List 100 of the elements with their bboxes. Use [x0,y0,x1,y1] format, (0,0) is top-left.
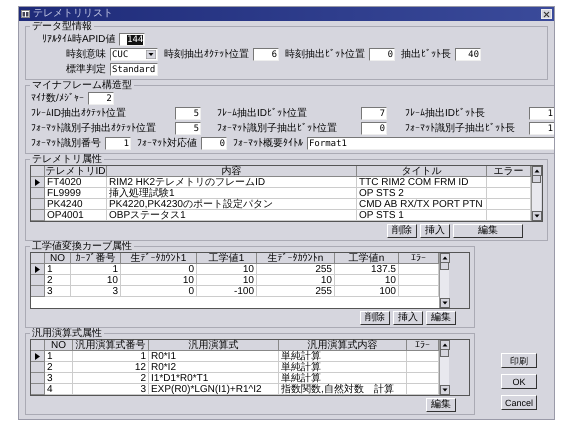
field-label: ﾌﾚｰﾑ抽出IDﾋﾞｯﾄ長 [405,108,485,119]
input-field[interactable]: 144 [119,33,146,46]
column-header[interactable]: 内容 [107,166,357,177]
input-field[interactable]: 0 [361,122,387,135]
input-field[interactable]: 2 [88,92,114,105]
table-cell: R0*I2 [149,362,279,373]
group-title: テレメトリ属性 [31,154,103,165]
field-label: 時刻抽出ｵｸﾃｯﾄ位置 [164,49,249,60]
table-cell: CMD AB RX/TX PORT PTN [357,199,487,210]
table-cell: OP STS 2 [357,188,487,199]
column-header[interactable]: NO [45,340,73,351]
table-cell: 255 [257,286,335,297]
field-label: 時刻意味 [66,49,106,60]
column-header[interactable]: 汎用演算式 [149,340,279,351]
table-cell: 挿入処理試験1 [107,188,357,199]
field-label: ﾌｫｰﾏｯﾄ識別番号 [31,138,101,149]
group-title: 汎用演算式属性 [31,328,103,339]
group-title: マイナフレーム構造型 [31,80,133,91]
action-button[interactable]: 削除 [387,224,417,238]
scrollbar[interactable] [439,253,449,308]
column-header[interactable]: 汎用演算式番号 [73,340,149,351]
table-cell: 10 [197,264,257,275]
column-header[interactable]: 生ﾃﾞｰﾀｶｳﾝﾄn [257,253,335,264]
input-field[interactable]: 6 [253,48,279,61]
scrollbar[interactable] [439,340,449,395]
column-header[interactable]: テレメトリID [45,166,107,177]
input-field[interactable]: Format1 [307,137,554,150]
table-cell: 1 [45,264,71,275]
table-cell: PK4240 [45,199,107,210]
scrollbar[interactable] [531,166,541,221]
field-label: ﾌｫｰﾏｯﾄ識別子抽出ﾋﾞｯﾄ長 [405,123,515,134]
group-title: 工学値変換カーブ属性 [31,241,133,252]
input-field[interactable]: 0 [201,137,227,150]
row-selector[interactable] [31,264,45,275]
table-cell: 3 [73,384,149,395]
input-field[interactable]: 1 [529,122,554,135]
table-cell: 0 [121,264,197,275]
column-header[interactable]: 生ﾃﾞｰﾀｶｳﾝﾄ1 [121,253,197,264]
action-button[interactable]: 編集 [426,398,456,412]
table-cell: 単純計算 [279,351,407,362]
table-cell: OP STS 1 [357,210,487,221]
dropdown-caret-icon [146,50,156,59]
table-cell: OBPステータス1 [107,210,357,221]
table-cell: 10 [71,275,121,286]
input-field[interactable]: 40 [455,48,481,61]
table-cell: 100 [335,286,399,297]
dropdown-field[interactable]: CUC [110,48,158,61]
column-header[interactable]: 工学値1 [197,253,257,264]
field-label: ﾌﾚｰﾑ抽出IDﾋﾞｯﾄ位置 [217,108,307,119]
table-cell: EXP(R0)*LGN(I1)+R1^I2 [149,384,279,395]
field-label: 時刻抽出ﾋﾞｯﾄ位置 [285,49,365,60]
column-header[interactable]: 汎用演算式内容 [279,340,407,351]
row-selector[interactable] [31,351,45,362]
action-button[interactable]: 挿入 [393,311,423,325]
row-pointer-icon [35,352,40,360]
field-label: ﾌｫｰﾏｯﾄ識別子抽出ﾋﾞｯﾄ位置 [217,123,337,134]
field-label: ﾌｫｰﾏｯﾄ対応値 [137,138,197,149]
dialog-button[interactable]: OK [501,374,537,389]
field-label: ﾏｲﾅ数/ﾒｼﾞｬｰ [31,93,84,104]
close-button[interactable] [541,9,552,19]
column-header[interactable]: NO [45,253,71,264]
app-icon [21,10,30,18]
action-button[interactable]: 編集 [453,224,523,238]
table-cell: FT4020 [45,177,107,188]
action-button[interactable]: 挿入 [420,224,450,238]
field-label: 標準判定 [66,64,106,75]
table-cell: FL9999 [45,188,107,199]
dialog-button[interactable]: Cancel [501,395,537,410]
table-cell: 2 [45,362,73,373]
field-label: ﾌｫｰﾏｯﾄ識別子抽出ｵｸﾃｯﾄ位置 [31,123,156,134]
action-button[interactable]: 編集 [426,311,456,325]
field-label: ﾌｫｰﾏｯﾄ概要ﾀｲﾄﾙ [233,138,303,149]
input-field[interactable]: 5 [175,107,201,120]
dialog-button[interactable]: 印刷 [501,353,537,368]
input-field[interactable]: 7 [361,107,387,120]
column-header[interactable]: 工学値n [335,253,399,264]
input-field[interactable]: 0 [369,48,395,61]
table-cell: 1 [45,351,73,362]
table-cell: RIM2 HK2テレメトリのフレームID [107,177,357,188]
table-cell: 3 [45,286,71,297]
input-field[interactable]: Standard [110,63,158,76]
table-cell: R0*I1 [149,351,279,362]
column-header[interactable]: タイトル [357,166,487,177]
column-header[interactable]: ｶｰﾌﾞ番号 [71,253,121,264]
table-cell: 単純計算 [279,362,407,373]
table-cell: 255 [257,264,335,275]
table-cell: 12 [73,362,149,373]
table-cell: 2 [73,373,149,384]
input-field[interactable]: 5 [175,122,201,135]
table-cell: 3 [71,286,121,297]
table-cell: -100 [197,286,257,297]
field-label: ﾘｱﾙﾀｲﾑ時APID値 [42,34,116,45]
action-button[interactable]: 削除 [360,311,390,325]
table-cell: 2 [45,275,71,286]
row-pointer-icon [35,266,40,272]
input-field[interactable]: 1 [529,107,554,120]
table-cell: 10 [335,275,399,286]
field-label: 抽出ﾋﾞｯﾄ長 [401,49,451,60]
input-field[interactable]: 1 [105,137,131,150]
row-selector[interactable] [31,177,45,188]
